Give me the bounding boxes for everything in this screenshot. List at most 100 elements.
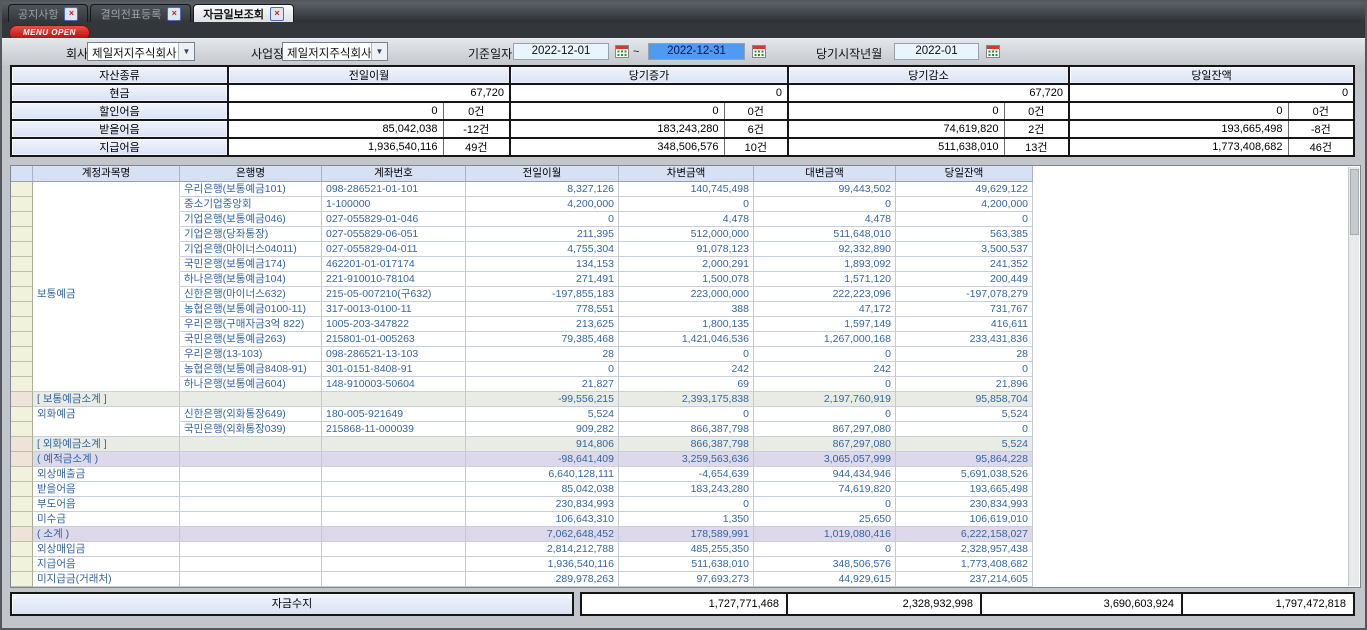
prev-balance-cell: 21,827 <box>466 377 619 392</box>
table-row[interactable]: 미수금 106,643,310 1,350 25,650 106,619,010 <box>11 512 1033 527</box>
table-row[interactable]: 받을어음 85,042,038 183,243,280 74,619,820 1… <box>11 482 1033 497</box>
detail-header: 계정과목명 <box>33 166 180 182</box>
row-indicator[interactable] <box>11 347 33 362</box>
row-indicator[interactable] <box>11 302 33 317</box>
table-row[interactable]: 부도어음 230,834,993 0 0 230,834,993 <box>11 497 1033 512</box>
table-row[interactable]: 미지급금(거래처) 289,978,263 97,693,273 44,929,… <box>11 572 1033 587</box>
row-indicator[interactable] <box>11 377 33 392</box>
base-date-from-input[interactable]: 2022-12-01 <box>513 43 609 60</box>
row-indicator[interactable] <box>11 437 33 452</box>
row-indicator[interactable] <box>11 212 33 227</box>
row-indicator[interactable] <box>11 422 33 437</box>
calendar-icon[interactable] <box>752 44 766 58</box>
account-name-cell <box>33 362 180 377</box>
close-icon[interactable]: × <box>167 7 181 21</box>
debit-amount-cell: 4,478 <box>619 212 754 227</box>
row-indicator[interactable] <box>11 182 33 197</box>
table-row[interactable]: 국민은행(보통예금263) 215801-01-005263 79,385,46… <box>11 332 1033 347</box>
table-row[interactable]: 지급어음 1,936,540,116 511,638,010 348,506,5… <box>11 557 1033 572</box>
table-row[interactable]: 외상매입금 2,814,212,788 485,255,350 0 2,328,… <box>11 542 1033 557</box>
table-row[interactable]: 우리은행(구매자금3억 822) 1005-203-347822 213,625… <box>11 317 1033 332</box>
table-row[interactable]: 기업은행(당좌통장) 027-055829-06-051 211,395 512… <box>11 227 1033 242</box>
period-start-input[interactable]: 2022-01 <box>894 43 979 60</box>
bank-name-cell: 기업은행(당좌통장) <box>180 227 322 242</box>
row-indicator[interactable] <box>11 527 33 542</box>
row-indicator[interactable] <box>11 242 33 257</box>
chevron-down-icon[interactable]: ▼ <box>371 43 387 60</box>
table-row[interactable]: 외화예금 신한은행(외화통장649) 180-005-921649 5,524 … <box>11 407 1033 422</box>
row-indicator[interactable] <box>11 197 33 212</box>
account-number-cell: 215868-11-000039 <box>322 422 466 437</box>
calendar-icon[interactable] <box>615 44 629 58</box>
row-indicator[interactable] <box>11 272 33 287</box>
table-row[interactable]: ( 예적금소계 ) -98,641,409 3,259,563,636 3,06… <box>11 452 1033 467</box>
table-row[interactable]: 외상매출금 6,640,128,111 -4,654,639 944,434,9… <box>11 467 1033 482</box>
tab[interactable]: 공지사항 × <box>8 4 88 22</box>
calendar-icon[interactable] <box>986 44 1000 58</box>
balance-amount: 0 <box>1069 84 1354 102</box>
row-indicator[interactable] <box>11 497 33 512</box>
row-indicator[interactable] <box>11 572 33 587</box>
row-indicator[interactable] <box>11 557 33 572</box>
table-row[interactable]: ( 소계 ) 7,062,648,452 178,589,991 1,019,0… <box>11 527 1033 542</box>
credit-amount-cell: 348,506,576 <box>754 557 896 572</box>
account-name-cell: 외화예금 <box>33 407 180 422</box>
row-indicator[interactable] <box>11 332 33 347</box>
table-row[interactable]: 중소기업중앙회 1-100000 4,200,000 0 0 4,200,000 <box>11 197 1033 212</box>
increase-count: 0건 <box>724 102 788 120</box>
row-indicator[interactable] <box>11 407 33 422</box>
table-row[interactable]: 기업은행(보통예금046) 027-055829-01-046 0 4,478 … <box>11 212 1033 227</box>
table-row[interactable]: 하나은행(보통예금104) 221-910010-78104 271,491 1… <box>11 272 1033 287</box>
table-row[interactable]: [ 외화예금소계 ] 914,806 866,387,798 867,297,0… <box>11 437 1033 452</box>
account-number-cell <box>322 497 466 512</box>
table-row[interactable]: 국민은행(외화통장039) 215868-11-000039 909,282 8… <box>11 422 1033 437</box>
table-row[interactable]: 국민은행(보통예금174) 462201-01-017174 134,153 2… <box>11 257 1033 272</box>
row-indicator[interactable] <box>11 227 33 242</box>
vertical-scrollbar[interactable] <box>1348 167 1359 586</box>
bank-name-cell <box>180 542 322 557</box>
close-icon[interactable]: × <box>270 7 284 21</box>
credit-amount-cell: 242 <box>754 362 896 377</box>
table-row[interactable]: 우리은행(보통예금101) 098-286521-01-101 8,327,12… <box>11 182 1033 197</box>
summary-header-row: 자산종류 전일이월 당기증가 당기감소 당일잔액 <box>11 66 1354 84</box>
site-select[interactable]: 제일저지주식회사 ▼ <box>282 42 388 61</box>
detail-grid: 계정과목명 은행명 계좌번호 전일이월 차변금액 대변금액 당일잔액 우리은행(… <box>11 166 1033 587</box>
close-icon[interactable]: × <box>64 7 78 21</box>
prev-balance-cell: 134,153 <box>466 257 619 272</box>
row-indicator[interactable] <box>11 257 33 272</box>
row-indicator[interactable] <box>11 287 33 302</box>
table-row[interactable]: 하나은행(보통예금604) 148-910003-50604 21,827 69… <box>11 377 1033 392</box>
detail-header: 당일잔액 <box>896 166 1033 182</box>
site-value: 제일저지주식회사 <box>283 43 371 60</box>
row-indicator[interactable] <box>11 392 33 407</box>
balance-amount: 1,773,408,682 <box>1069 138 1288 156</box>
row-indicator[interactable] <box>11 512 33 527</box>
debit-amount-cell: 3,259,563,636 <box>619 452 754 467</box>
decrease-count: 0건 <box>1004 102 1069 120</box>
row-indicator[interactable] <box>11 482 33 497</box>
table-row[interactable]: 농협은행(보통예금0100-11) 317-0013-0100-11 778,5… <box>11 302 1033 317</box>
base-date-to-input[interactable]: 2022-12-31 <box>648 43 745 60</box>
row-indicator[interactable] <box>11 467 33 482</box>
decrease-amount: 511,638,010 <box>788 138 1004 156</box>
debit-amount-cell: -4,654,639 <box>619 467 754 482</box>
row-indicator[interactable] <box>11 452 33 467</box>
table-row[interactable]: [ 보통예금소계 ] -99,556,215 2,393,175,838 2,1… <box>11 392 1033 407</box>
prev-count: -12건 <box>443 120 510 138</box>
row-indicator[interactable] <box>11 317 33 332</box>
table-row[interactable]: 보통예금 신한은행(마이너스632) 215-05-007210(구632) -… <box>11 287 1033 302</box>
debit-amount-cell: 2,393,175,838 <box>619 392 754 407</box>
tab[interactable]: 결의전표등록 × <box>90 4 191 22</box>
table-row[interactable]: 농협은행(보통예금8408-91) 301-0151-8408-91 0 242… <box>11 362 1033 377</box>
chevron-down-icon[interactable]: ▼ <box>178 43 194 60</box>
prev-balance-cell: 8,327,126 <box>466 182 619 197</box>
table-row[interactable]: 기업은행(마이너스04011) 027-055829-04-011 4,755,… <box>11 242 1033 257</box>
daily-balance-cell: 237,214,605 <box>896 572 1033 587</box>
company-select[interactable]: 제일저지주식회사 ▼ <box>87 42 195 61</box>
table-row[interactable]: 우리은행(13-103) 098-286521-13-103 28 0 0 28 <box>11 347 1033 362</box>
scrollbar-thumb[interactable] <box>1350 169 1359 235</box>
daily-balance-cell: 193,665,498 <box>896 482 1033 497</box>
tab[interactable]: 자금일보조회 × <box>193 4 294 22</box>
row-indicator[interactable] <box>11 542 33 557</box>
row-indicator[interactable] <box>11 362 33 377</box>
